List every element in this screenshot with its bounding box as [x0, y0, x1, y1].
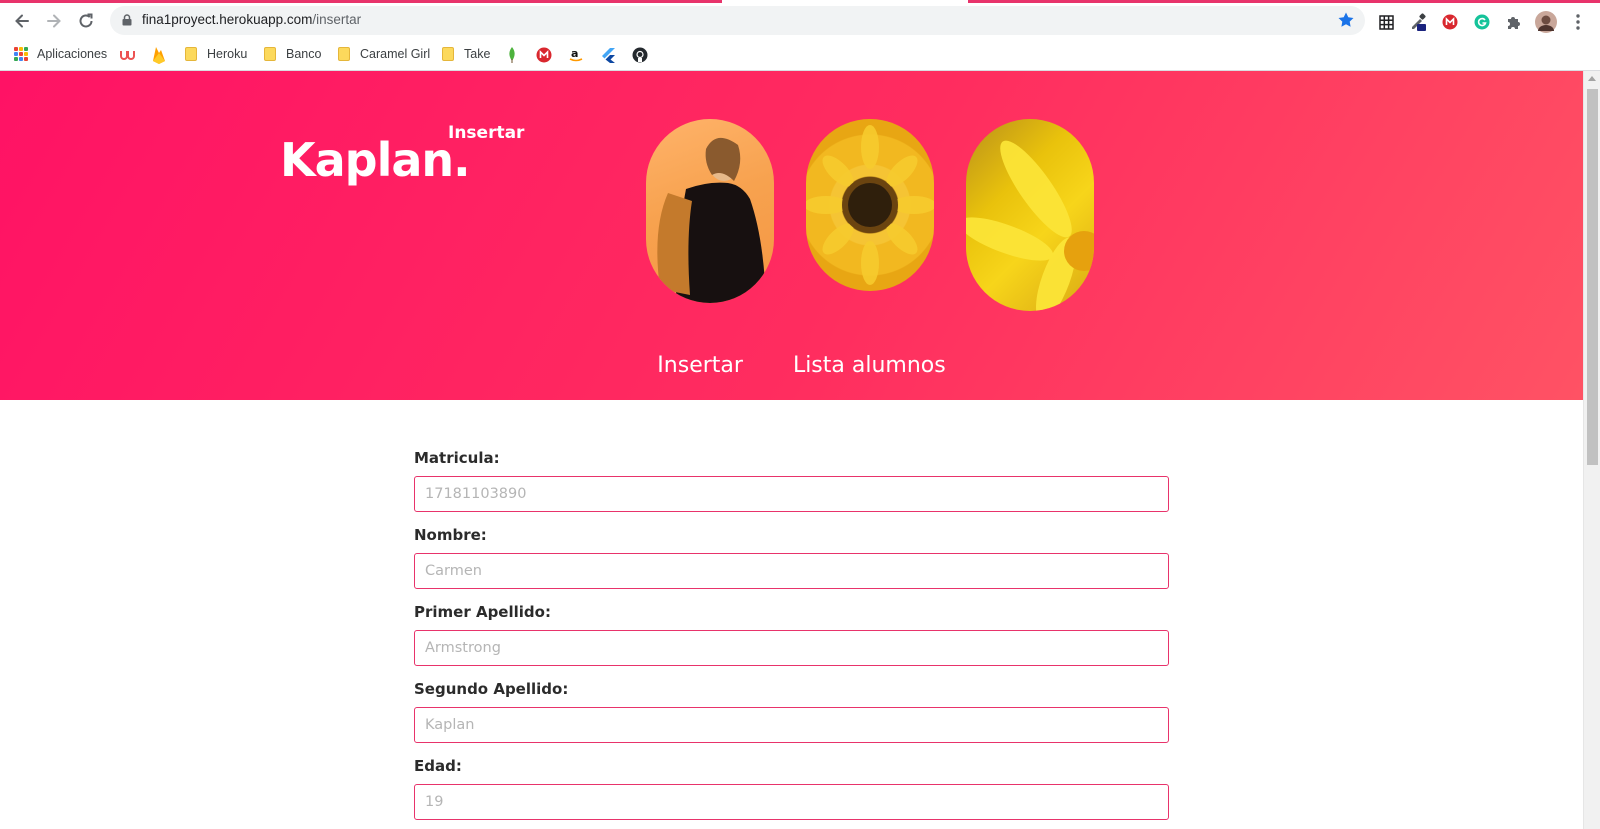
- forward-arrow-icon: [47, 14, 61, 28]
- bookmark-heroku[interactable]: Heroku: [185, 43, 247, 65]
- field-nombre: Nombre:: [414, 526, 1169, 589]
- firebase-icon[interactable]: [150, 46, 168, 64]
- bookmark-label: Take: [464, 47, 491, 61]
- folder-icon: [338, 47, 350, 61]
- field-primer-apellido: Primer Apellido:: [414, 603, 1169, 666]
- vertical-scrollbar[interactable]: [1583, 71, 1600, 829]
- reload-icon: [79, 13, 93, 28]
- nombre-label: Nombre:: [414, 526, 487, 544]
- bookmark-caramel-girl[interactable]: Caramel Girl: [338, 43, 430, 65]
- browser-toolbar: fina1proyect.herokuapp.com/insertar: [0, 3, 1600, 39]
- nav-insertar[interactable]: Insertar: [657, 353, 743, 378]
- sunflower-photo: [806, 119, 934, 291]
- page-viewport: Kaplan. Insertar Insertar Lista alumnos …: [0, 71, 1600, 829]
- bookmark-star-icon[interactable]: [1337, 11, 1355, 29]
- main-nav: Insertar Lista alumnos: [0, 353, 1583, 378]
- flutter-icon[interactable]: [599, 46, 617, 64]
- folder-icon: [185, 47, 197, 61]
- github-icon[interactable]: [631, 46, 649, 64]
- svg-text:a: a: [571, 47, 578, 60]
- mega-icon[interactable]: [535, 46, 553, 64]
- mega-extension-icon[interactable]: [1439, 11, 1461, 33]
- forward-button[interactable]: [41, 8, 67, 34]
- amazon-icon[interactable]: a: [567, 46, 585, 64]
- kebab-menu-icon[interactable]: [1567, 11, 1589, 33]
- browser-chrome: fina1proyect.herokuapp.com/insertar Apli…: [0, 0, 1600, 71]
- bookmark-apps[interactable]: Aplicaciones: [8, 43, 114, 65]
- edad-input[interactable]: [414, 784, 1169, 820]
- bookmark-label: Banco: [286, 47, 322, 61]
- url-text: fina1proyect.herokuapp.com/insertar: [142, 12, 361, 27]
- field-matricula: Matricula:: [414, 449, 1169, 512]
- nombre-input[interactable]: [414, 553, 1169, 589]
- page-label: Insertar: [448, 123, 525, 143]
- bookmark-banco[interactable]: Banco: [264, 43, 321, 65]
- nav-lista-alumnos[interactable]: Lista alumnos: [793, 353, 946, 378]
- segundo-apellido-label: Segundo Apellido:: [414, 680, 569, 698]
- grid-extension-icon[interactable]: [1375, 11, 1397, 33]
- lock-icon: [122, 14, 132, 26]
- edad-label: Edad:: [414, 757, 462, 775]
- address-bar[interactable]: fina1proyect.herokuapp.com/insertar: [110, 6, 1365, 35]
- mongodb-leaf-icon[interactable]: [503, 46, 521, 64]
- bookmark-label: Caramel Girl: [360, 47, 431, 61]
- url-host: fina1proyect.herokuapp.com: [142, 12, 313, 27]
- eyedropper-extension-icon[interactable]: [1407, 11, 1429, 33]
- profile-avatar[interactable]: [1535, 11, 1557, 33]
- woman-backpack-photo: [646, 119, 774, 303]
- brand-logo[interactable]: Kaplan.: [280, 133, 471, 187]
- matricula-label: Matricula:: [414, 449, 500, 467]
- insert-student-form: Matricula: Nombre: Primer Apellido: Segu…: [414, 449, 1169, 829]
- scroll-up-arrow-icon[interactable]: [1588, 76, 1596, 81]
- primer-apellido-input[interactable]: [414, 630, 1169, 666]
- url-path: /insertar: [312, 12, 362, 27]
- grammarly-icon[interactable]: [1471, 11, 1493, 33]
- primer-apellido-label: Primer Apellido:: [414, 603, 551, 621]
- bookmark-label: Heroku: [207, 47, 248, 61]
- reload-button[interactable]: [73, 8, 99, 34]
- apps-grid-icon: [14, 47, 28, 61]
- back-button[interactable]: [9, 8, 35, 34]
- folder-icon: [264, 47, 276, 61]
- scrollbar-thumb[interactable]: [1587, 89, 1598, 465]
- bookmark-take[interactable]: Take: [442, 43, 490, 65]
- bookmark-label: Aplicaciones: [37, 47, 108, 61]
- hero-header: Kaplan. Insertar Insertar Lista alumnos: [0, 71, 1583, 400]
- yellow-flower-photo: [966, 119, 1094, 311]
- back-arrow-icon: [15, 14, 29, 28]
- field-edad: Edad:: [414, 757, 1169, 820]
- udemy-icon[interactable]: [118, 46, 136, 64]
- folder-icon: [442, 47, 454, 61]
- puzzle-extensions-icon[interactable]: [1503, 11, 1525, 33]
- bookmarks-bar: Aplicaciones Heroku Banco Caramel Girl T…: [0, 39, 1600, 70]
- segundo-apellido-input[interactable]: [414, 707, 1169, 743]
- field-segundo-apellido: Segundo Apellido:: [414, 680, 1169, 743]
- matricula-input[interactable]: [414, 476, 1169, 512]
